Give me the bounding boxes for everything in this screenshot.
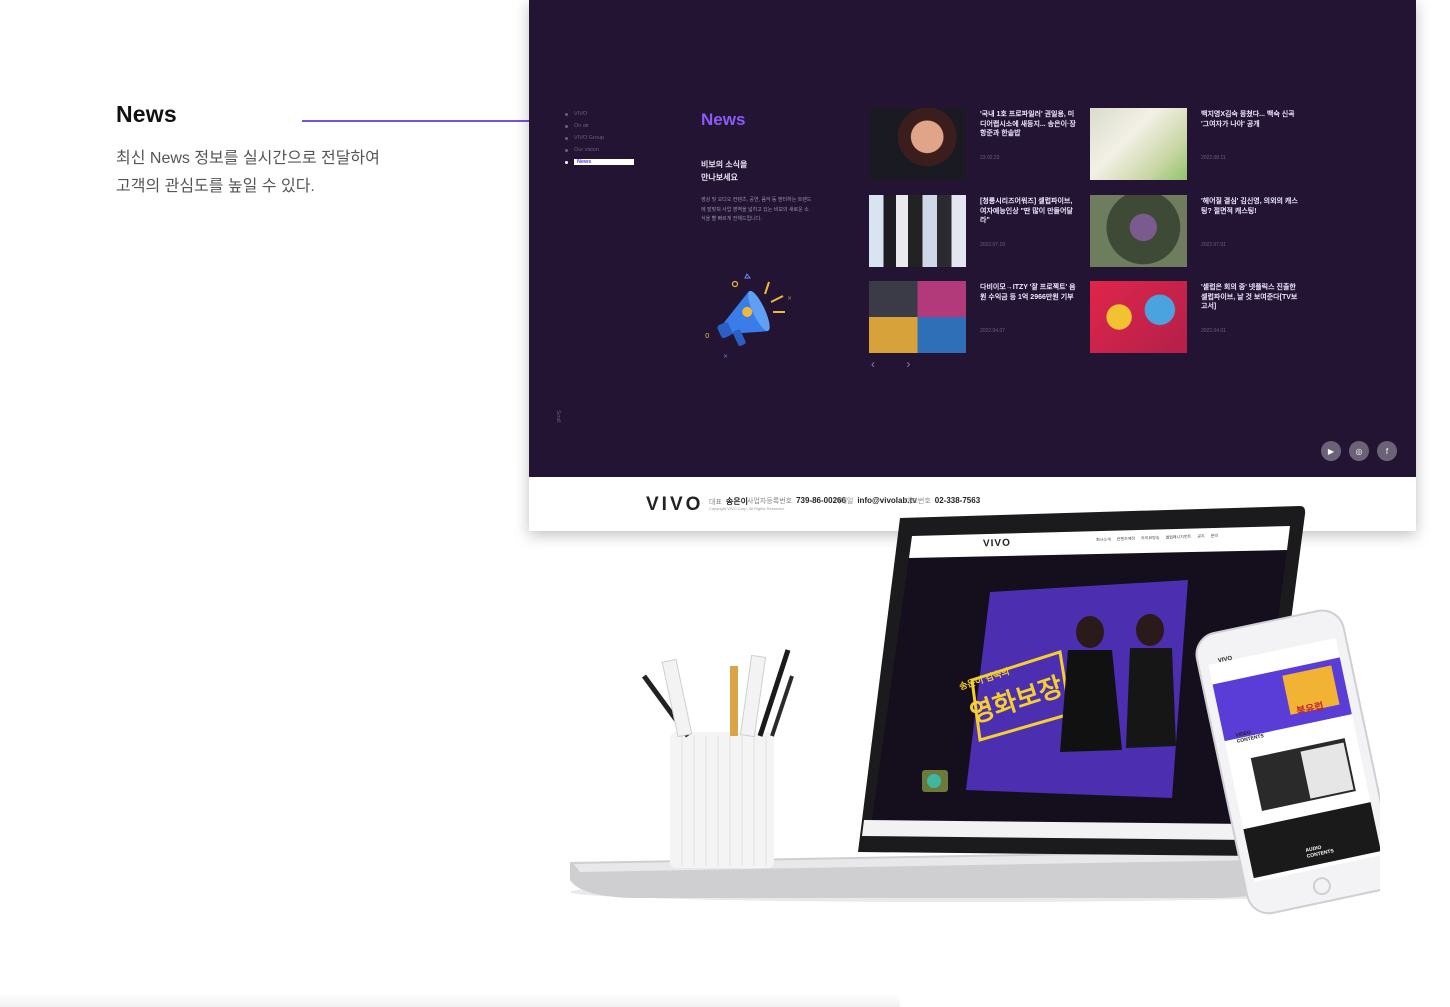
laptop-nav-item[interactable]: 컨텐츠제작 [1117, 536, 1136, 543]
news-title: 백지영X김숙 뭉쳤다... 백숙 신곡 '그여자가 나야' 공개 [1201, 111, 1295, 128]
news-thumbnail [869, 108, 966, 180]
news-thumbnail [869, 281, 966, 353]
website-mockup: VIVO On air VIVO Group Our vision News S… [529, 0, 1416, 531]
bottom-shadow [0, 994, 900, 1007]
news-thumbnail [869, 195, 966, 267]
news-card[interactable]: 백지영X김숙 뭉쳤다... 백숙 신곡 '그여자가 나야' 공개 2022.08… [1090, 108, 1295, 180]
news-title: '헤어질 결심' 김신영, 의외의 캐스팅? 절면적 캐스팅! [1201, 198, 1298, 215]
news-sub-line1: 비보의 소식을 [701, 160, 748, 169]
laptop-nav-item[interactable]: 공지 [1197, 533, 1205, 539]
news-title: '국내 1호 프로파일러' 권일용, 미디어랩시소에 새둥지... 송은이·장항… [980, 111, 1076, 137]
svg-text:×: × [787, 295, 792, 302]
annotation-title: News [116, 101, 177, 127]
side-nav-item-vivo[interactable]: VIVO [565, 108, 634, 120]
laptop-nav-item[interactable]: 문의 [1211, 533, 1219, 539]
news-title: '셀럽은 회의 중' 넷플릭스 진출한 셀럽파이브, 날 것 보여준다[TV보고… [1201, 284, 1298, 310]
youtube-icon[interactable]: ▶ [1321, 441, 1341, 461]
laptop-nav-item[interactable]: 라이브방송 [1141, 535, 1160, 542]
news-heading: News [701, 110, 746, 129]
news-title: 다비이모→ITZY '잘 프로젝트' 음원 수익금 등 1억 2966만원 기부 [980, 284, 1076, 301]
annotation-desc-line2: 고객의 관심도를 높일 수 있다. [116, 178, 315, 195]
news-subheading: 비보의 소식을 만나보세요 [701, 158, 791, 184]
facebook-icon[interactable]: f [1377, 441, 1397, 461]
news-card[interactable]: 다비이모→ITZY '잘 프로젝트' 음원 수익금 등 1억 2966만원 기부… [869, 281, 1076, 353]
news-thumbnail [1090, 108, 1187, 180]
svg-text:×: × [723, 353, 728, 360]
laptop-logo: VIVO [982, 537, 1012, 550]
news-pager-arrows[interactable]: ‹ › [871, 357, 924, 371]
news-date: 2022.07.19 [980, 242, 1006, 248]
news-title: [청룡시리즈어워즈] 셀럽파이브, 여자예능인상 "딴 많이 만들어달라" [980, 198, 1073, 224]
annotation-desc-line1: 최신 News 정보를 실시간으로 전달하여 [116, 150, 380, 167]
news-thumbnail [1090, 281, 1187, 353]
side-nav-item-news[interactable]: News [565, 156, 634, 168]
side-nav-item-vision[interactable]: Our vision [565, 144, 634, 156]
news-card[interactable]: '셀럽은 회의 중' 넷플릭스 진출한 셀럽파이브, 날 것 보여준다[TV보고… [1090, 281, 1297, 353]
megaphone-icon: × × 0 [705, 273, 792, 360]
news-date: 23.02.23 [980, 155, 1000, 161]
news-date: 2022.07.01 [1201, 242, 1227, 248]
side-nav-item-group[interactable]: VIVO Group [565, 132, 634, 144]
annotation-description: 최신 News 정보를 실시간으로 전달하여 고객의 관심도를 높일 수 있다. [116, 145, 436, 201]
news-card[interactable]: [청룡시리즈어워즈] 셀럽파이브, 여자예능인상 "딴 많이 만들어달라" 20… [869, 195, 1074, 267]
news-card[interactable]: '국내 1호 프로파일러' 권일용, 미디어랩시소에 새둥지... 송은이·장항… [869, 108, 1076, 180]
news-thumbnail [1090, 195, 1187, 267]
news-date: 2022.08.11 [1201, 155, 1226, 161]
news-date: 2022.04.07 [980, 328, 1006, 334]
instagram-icon[interactable]: ◎ [1349, 441, 1369, 461]
svg-text:0: 0 [705, 332, 709, 340]
news-card[interactable]: '헤어질 결심' 김신영, 의외의 캐스팅? 절면적 캐스팅! 2022.07.… [1090, 195, 1298, 267]
scroll-label: Scroll [555, 410, 561, 423]
page: News 최신 News 정보를 실시간으로 전달하여 고객의 관심도를 높일 … [0, 0, 1450, 1007]
news-sub-line2: 만나보세요 [701, 173, 738, 182]
side-nav-item-onair[interactable]: On air [565, 120, 634, 132]
news-body-text: 영상 및 오디오 컨텐츠, 공연, 음악 등 엔터하는 트렌드에 발맞춰 사업 … [701, 197, 812, 223]
laptop-nav-item[interactable]: 셀럽매니지먼트 [1165, 534, 1191, 541]
news-date: 2022.04.01 [1201, 328, 1227, 334]
side-nav: VIVO On air VIVO Group Our vision News [565, 108, 634, 168]
laptop-nav-item[interactable]: 회사소개 [1096, 537, 1111, 544]
